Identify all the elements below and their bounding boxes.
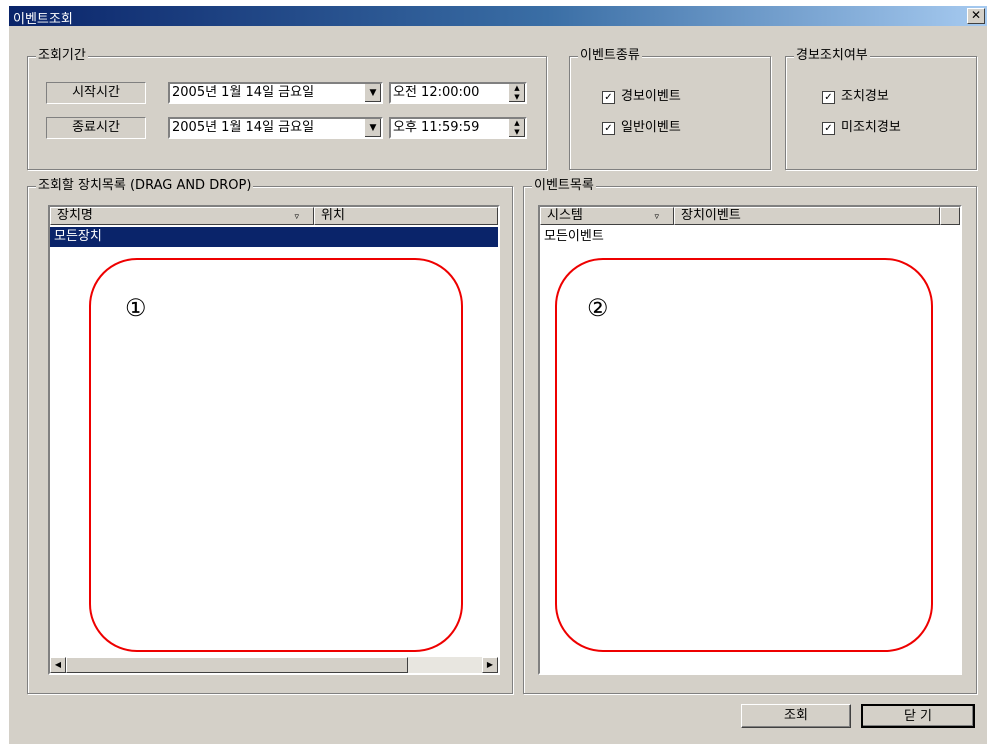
column-header-spacer [940, 207, 960, 225]
start-date-value: 2005년 1월 14일 금요일 [172, 85, 315, 100]
close-icon[interactable]: ✕ [967, 8, 985, 24]
start-time-spinner[interactable]: 오전 12:00:00 ▲ ▼ [389, 82, 527, 104]
end-time-value: 오후 11:59:59 [393, 120, 480, 135]
scroll-left-icon[interactable]: ◀ [50, 657, 66, 673]
column-header-device-name[interactable]: 장치명 ▿ [50, 207, 314, 225]
spin-updown-icon[interactable]: ▲ ▼ [509, 84, 525, 102]
checkbox-unactioned-alarm[interactable]: ✓ 미조치경보 [822, 120, 901, 136]
end-time-label: 종료시간 [46, 117, 146, 139]
title-bar: 이벤트조회 ✕ [9, 6, 987, 27]
event-query-window: 이벤트조회 ✕ 조회기간 시작시간 2005년 1월 14일 금요일 ▼ 오전 … [9, 6, 987, 744]
checkbox-label: 미조치경보 [841, 120, 901, 135]
annotation-marker-1: ① [125, 294, 147, 322]
end-date-picker[interactable]: 2005년 1월 14일 금요일 ▼ [168, 117, 383, 139]
checkbox-checked-icon[interactable]: ✓ [602, 121, 615, 135]
device-list-legend: 조회할 장치목록 (DRAG AND DROP) [36, 178, 254, 194]
list-item[interactable]: 모든이벤트 [540, 227, 604, 247]
column-header-label: 장치명 [57, 208, 93, 223]
list-item[interactable]: 모든장치 [50, 227, 498, 247]
annotation-marker-2: ② [587, 294, 609, 322]
end-time-spinner[interactable]: 오후 11:59:59 ▲ ▼ [389, 117, 527, 139]
end-date-value: 2005년 1월 14일 금요일 [172, 120, 315, 135]
device-list-header: 장치명 ▿ 위치 [50, 207, 498, 225]
column-header-location[interactable]: 위치 [314, 207, 498, 225]
checkbox-checked-icon[interactable]: ✓ [602, 90, 615, 104]
checkbox-label: 일반이벤트 [621, 120, 681, 135]
checkbox-alarm-event[interactable]: ✓ 경보이벤트 [602, 89, 681, 105]
spin-updown-icon[interactable]: ▲ ▼ [509, 119, 525, 137]
checkbox-actioned-alarm[interactable]: ✓ 조치경보 [822, 89, 889, 105]
start-time-label: 시작시간 [46, 82, 146, 104]
checkbox-label: 조치경보 [841, 89, 889, 104]
column-header-label: 시스템 [547, 208, 583, 223]
checkbox-checked-icon[interactable]: ✓ [822, 121, 835, 135]
period-group: 조회기간 시작시간 2005년 1월 14일 금요일 ▼ 오전 12:00:00… [27, 48, 547, 170]
checkbox-checked-icon[interactable]: ✓ [822, 90, 835, 104]
chevron-down-icon[interactable]: ▼ [364, 119, 381, 137]
checkbox-label: 경보이벤트 [621, 89, 681, 104]
scroll-right-icon[interactable]: ▶ [482, 657, 498, 673]
start-date-picker[interactable]: 2005년 1월 14일 금요일 ▼ [168, 82, 383, 104]
scroll-thumb[interactable] [66, 657, 408, 673]
horizontal-scrollbar[interactable]: ◀ ▶ [50, 657, 498, 673]
column-header-system[interactable]: 시스템 ▿ [540, 207, 674, 225]
event-list-legend: 이벤트목록 [532, 178, 596, 194]
query-button[interactable]: 조회 [741, 704, 851, 728]
period-legend: 조회기간 [36, 48, 88, 64]
column-header-label: 위치 [321, 208, 345, 223]
start-time-value: 오전 12:00:00 [393, 85, 480, 100]
alarm-action-group: 경보조치여부 ✓ 조치경보 ✓ 미조치경보 [785, 48, 977, 170]
alarm-action-legend: 경보조치여부 [794, 48, 870, 64]
annotation-outline-2 [555, 258, 933, 652]
checkbox-general-event[interactable]: ✓ 일반이벤트 [602, 120, 681, 136]
close-button[interactable]: 닫 기 [861, 704, 975, 728]
chevron-down-icon[interactable]: ▼ [364, 84, 381, 102]
event-type-group: 이벤트종류 ✓ 경보이벤트 ✓ 일반이벤트 [569, 48, 771, 170]
column-header-label: 장치이벤트 [681, 208, 741, 223]
window-title: 이벤트조회 [13, 12, 73, 27]
sort-indicator-icon: ▿ [654, 212, 659, 222]
event-list-header: 시스템 ▿ 장치이벤트 [540, 207, 960, 225]
sort-indicator-icon: ▿ [294, 212, 299, 222]
column-header-device-event[interactable]: 장치이벤트 [674, 207, 940, 225]
event-type-legend: 이벤트종류 [578, 48, 642, 64]
